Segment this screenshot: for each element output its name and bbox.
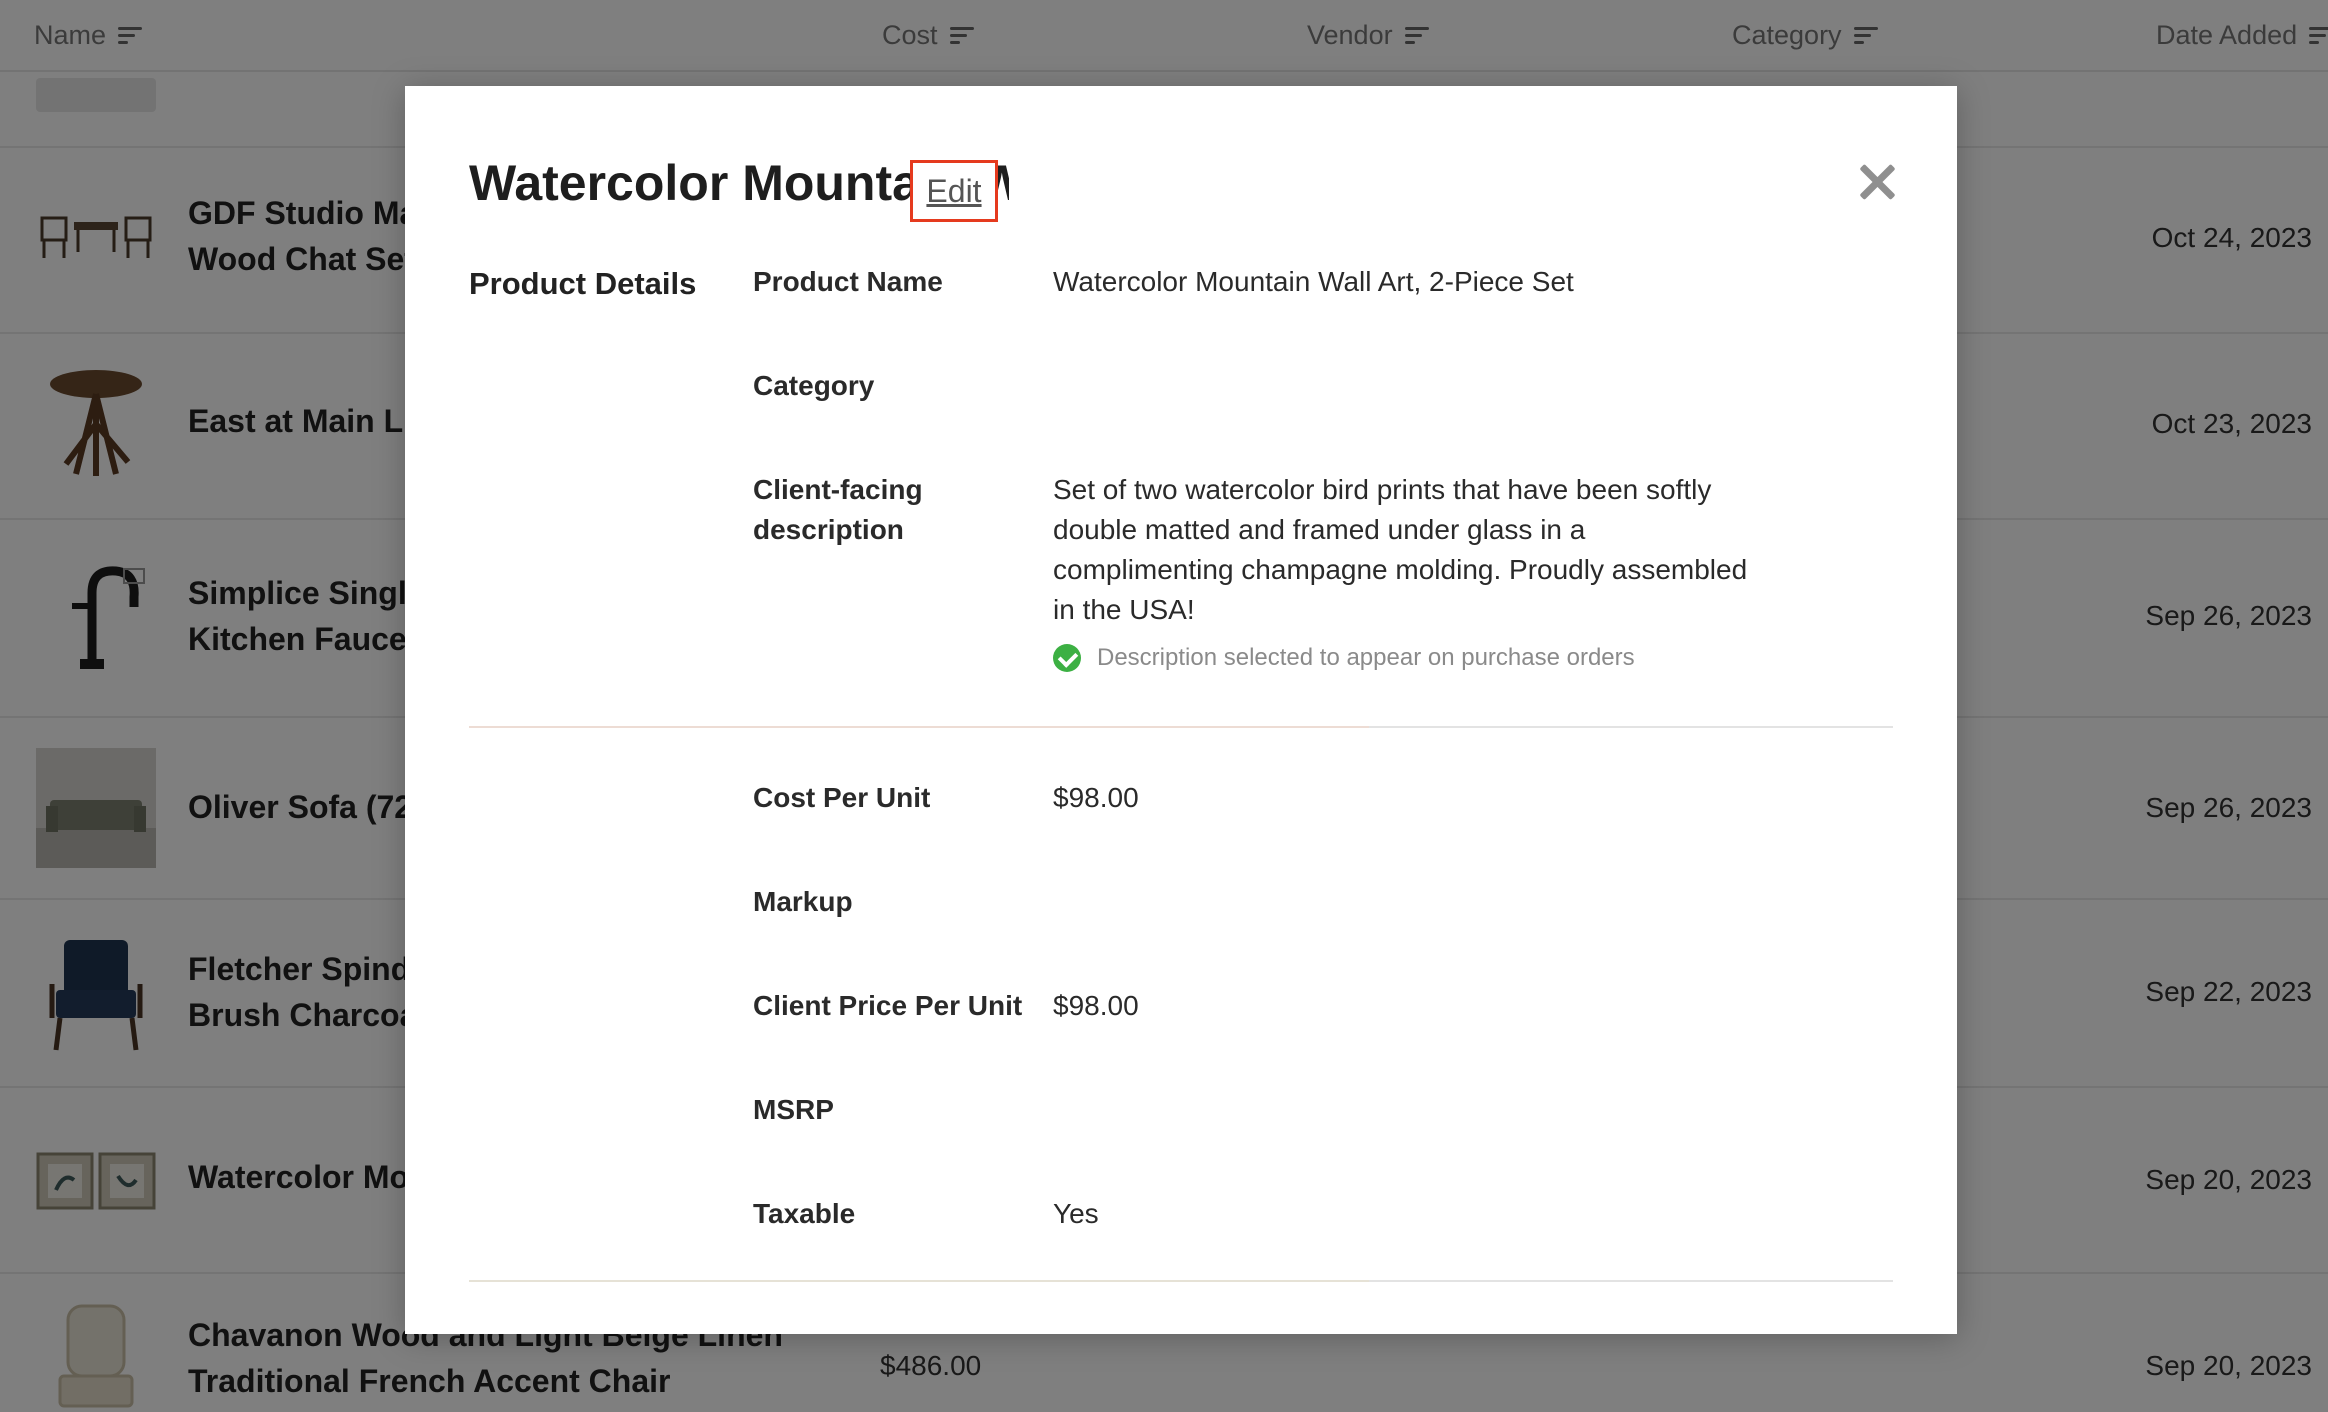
check-circle-icon bbox=[1053, 644, 1081, 672]
taxable-label: Taxable bbox=[753, 1198, 856, 1229]
cost-per-unit-label: Cost Per Unit bbox=[753, 782, 931, 813]
description-value: Set of two watercolor bird prints that h… bbox=[1053, 474, 1748, 625]
client-price-value: $98.00 bbox=[1053, 990, 1139, 1021]
section-divider bbox=[469, 1280, 1893, 1282]
cost-per-unit-value: $98.00 bbox=[1053, 782, 1139, 813]
product-name-label: Product Name bbox=[753, 266, 943, 297]
msrp-label: MSRP bbox=[753, 1094, 834, 1125]
section-title: Product Details bbox=[469, 266, 697, 301]
edit-button[interactable]: Edit bbox=[910, 160, 998, 222]
close-icon[interactable] bbox=[1857, 162, 1897, 202]
product-details-modal: Watercolor Mountain Wall Art, 2-Piece Se… bbox=[405, 86, 1957, 1334]
product-name-value: Watercolor Mountain Wall Art, 2-Piece Se… bbox=[1053, 266, 1574, 297]
client-price-label: Client Price Per Unit bbox=[753, 990, 1023, 1021]
description-po-note: Description selected to appear on purcha… bbox=[1053, 644, 1635, 672]
markup-label: Markup bbox=[753, 886, 853, 917]
section-divider bbox=[469, 726, 1893, 728]
taxable-value: Yes bbox=[1053, 1198, 1099, 1229]
category-label: Category bbox=[753, 370, 875, 401]
description-label: Client-facing description bbox=[753, 474, 923, 545]
